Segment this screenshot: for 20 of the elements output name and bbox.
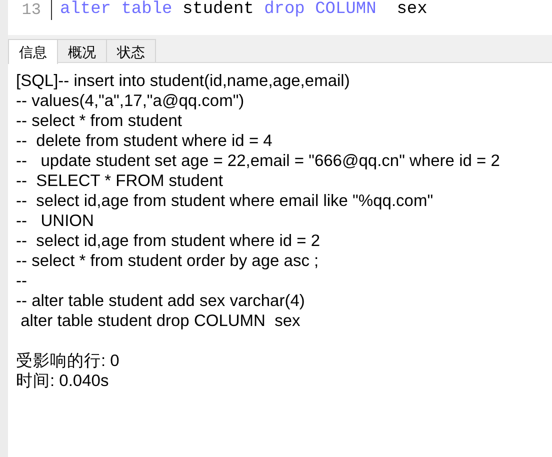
message-line: 时间: 0.040s bbox=[16, 371, 110, 391]
code-line: alter table student drop COLUMN sex bbox=[59, 0, 428, 20]
line-number: 13 bbox=[8, 0, 52, 20]
message-line: -- values(4,"a",17,"a@qq.com") bbox=[16, 91, 246, 111]
message-line: -- SELECT * FROM student bbox=[16, 171, 224, 191]
message-line: [SQL]-- insert into student(id,name,age,email) bbox=[16, 71, 351, 91]
message-line: -- select * from student bbox=[16, 111, 183, 131]
message-line: -- select id,age from student where email like "%qq.com" bbox=[16, 191, 434, 211]
message-line: -- bbox=[16, 271, 28, 291]
tab[interactable]: 概况 bbox=[57, 39, 107, 62]
tab[interactable]: 状态 bbox=[106, 39, 156, 62]
message-line: -- select id,age from student where id = 2 bbox=[16, 231, 322, 251]
message-line: -- update student set age = 22,email = "666@qq.cn" where id = 2 bbox=[16, 151, 501, 171]
message-line: -- UNION bbox=[16, 211, 95, 231]
message-line: alter table student drop COLUMN sex bbox=[20, 311, 302, 331]
message-line: -- delete from student where id = 4 bbox=[16, 131, 274, 151]
tab[interactable]: 信息 bbox=[8, 39, 58, 64]
message-line: -- select * from student order by age asc ; bbox=[16, 251, 320, 271]
message-line: -- alter table student add sex varchar(4) bbox=[16, 291, 306, 311]
message-line: 受影响的行: 0 bbox=[16, 351, 120, 371]
